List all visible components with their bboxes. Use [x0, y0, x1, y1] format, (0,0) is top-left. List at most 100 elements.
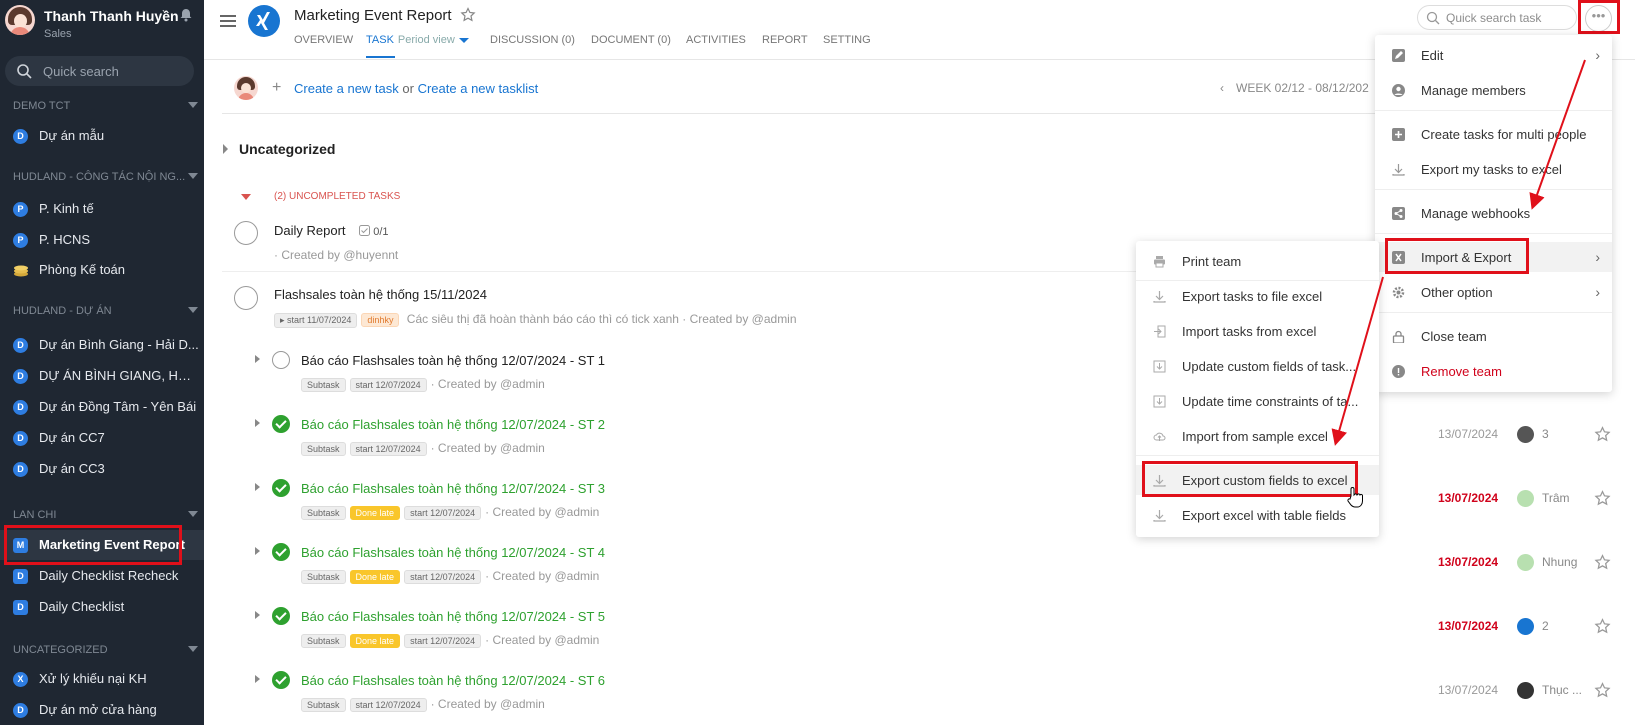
caret-right-icon[interactable]	[255, 355, 260, 363]
user-profile[interactable]: Thanh Thanh Huyền Sales	[0, 0, 204, 46]
sidebar-item[interactable]: D Dự án Đồng Tâm - Yên Bái	[0, 392, 204, 422]
assignee-avatar[interactable]	[1517, 426, 1534, 443]
caret-right-icon[interactable]	[255, 483, 260, 491]
done-late-chip: Done late	[349, 634, 401, 648]
assignee-avatar[interactable]	[1517, 682, 1534, 699]
task-complete-toggle[interactable]	[234, 221, 258, 245]
subtask-title[interactable]: Báo cáo Flashsales toàn hệ thống 12/07/2…	[301, 481, 605, 496]
tab-discussion[interactable]: DISCUSSION (0)	[490, 34, 575, 46]
chevron-down-icon[interactable]	[188, 102, 198, 108]
submenu-item-update-time-constraints[interactable]: Update time constraints of ta...	[1136, 386, 1379, 416]
sidebar-item[interactable]: D Dự án CC7	[0, 423, 204, 453]
user-avatar[interactable]	[5, 5, 35, 35]
caret-down-icon[interactable]	[241, 194, 251, 200]
task-complete-toggle[interactable]	[272, 351, 290, 369]
tab-activities[interactable]: ACTIVITIES	[686, 34, 746, 46]
submenu-item-import-sample[interactable]: Import from sample excel	[1136, 421, 1379, 451]
tab-task[interactable]: TASK Period view	[366, 34, 469, 46]
create-task-link[interactable]: Create a new task	[294, 81, 399, 96]
sidebar-item[interactable]: D Daily Checklist Recheck	[0, 561, 204, 591]
sidebar-item[interactable]: P P. Kinh tế	[0, 194, 204, 224]
menu-item-edit[interactable]: Edit ›	[1375, 40, 1612, 70]
subtask-title[interactable]: Báo cáo Flashsales toàn hệ thống 12/07/2…	[301, 609, 605, 624]
star-icon[interactable]	[1594, 554, 1611, 571]
task-title[interactable]: Flashsales toàn hệ thống 15/11/2024	[274, 287, 487, 302]
tab-report[interactable]: REPORT	[762, 34, 808, 46]
sidebar-item[interactable]: D Dự án CC3	[0, 454, 204, 484]
chevron-down-icon[interactable]	[188, 307, 198, 313]
subtask-title[interactable]: Báo cáo Flashsales toàn hệ thống 12/07/2…	[301, 673, 605, 688]
submenu-item-export-custom-fields[interactable]: Export custom fields to excel	[1136, 465, 1379, 495]
section-uncategorized[interactable]: UNCATEGORIZED	[13, 644, 198, 656]
sidebar-item-marketing-event-report[interactable]: M Marketing Event Report	[0, 530, 204, 560]
star-icon[interactable]	[1594, 618, 1611, 635]
chevron-down-icon[interactable]	[188, 646, 198, 652]
caret-right-icon[interactable]	[255, 611, 260, 619]
caret-right-icon[interactable]	[255, 419, 260, 427]
tab-setting[interactable]: SETTING	[823, 34, 871, 46]
sidebar-item[interactable]: D Dự án Bình Giang - Hải D...	[0, 330, 204, 360]
subtask-title[interactable]: Báo cáo Flashsales toàn hệ thống 12/07/2…	[301, 545, 605, 560]
task-search-input[interactable]: Quick search task	[1417, 5, 1577, 30]
task-done-check-icon[interactable]	[272, 415, 290, 433]
sidebar-item[interactable]: P P. HCNS	[0, 225, 204, 255]
star-icon[interactable]	[1594, 682, 1611, 699]
section-demo-tct[interactable]: DEMO TCT	[13, 100, 198, 112]
menu-icon[interactable]	[220, 15, 236, 28]
chevron-down-icon[interactable]	[188, 511, 198, 517]
section-hudland-du-an[interactable]: HUDLAND - DỰ ÁN	[13, 305, 198, 317]
menu-item-remove-team[interactable]: Remove team	[1375, 356, 1612, 386]
week-selector[interactable]: ‹ WEEK 02/12 - 08/12/202	[1220, 81, 1369, 95]
sidebar-item-label: Marketing Event Report	[39, 537, 185, 552]
create-tasklist-link[interactable]: Create a new tasklist	[418, 81, 539, 96]
section-lan-chi[interactable]: LAN CHI	[13, 509, 198, 521]
chevron-down-icon[interactable]	[458, 37, 469, 43]
task-done-check-icon[interactable]	[272, 607, 290, 625]
chevron-left-icon[interactable]: ‹	[1220, 81, 1224, 95]
more-options-button[interactable]: •••	[1585, 5, 1612, 32]
submenu-item-print-team[interactable]: Print team	[1136, 246, 1379, 276]
sidebar-item[interactable]: D Daily Checklist	[0, 592, 204, 622]
sidebar-item[interactable]: Phòng Kế toán	[0, 255, 204, 285]
task-done-check-icon[interactable]	[272, 479, 290, 497]
group-title: Uncategorized	[239, 141, 336, 157]
avatar	[234, 76, 258, 100]
caret-right-icon[interactable]	[255, 547, 260, 555]
assignee-avatar[interactable]	[1517, 490, 1534, 507]
submenu-item-export-tasks[interactable]: Export tasks to file excel	[1136, 281, 1379, 311]
menu-item-manage-webhooks[interactable]: Manage webhooks	[1375, 198, 1612, 228]
task-title[interactable]: Daily Report 0/1	[274, 223, 389, 238]
assignee-avatar[interactable]	[1517, 554, 1534, 571]
assignee-avatar[interactable]	[1517, 618, 1534, 635]
task-complete-toggle[interactable]	[234, 286, 258, 310]
plus-icon[interactable]: +	[272, 79, 281, 97]
caret-right-icon[interactable]	[255, 675, 260, 683]
menu-item-other-option[interactable]: Other option ›	[1375, 277, 1612, 307]
submenu-item-update-custom-fields[interactable]: Update custom fields of task...	[1136, 351, 1379, 381]
sidebar-search-input[interactable]: Quick search	[5, 56, 194, 86]
star-icon[interactable]	[1594, 490, 1611, 507]
star-icon[interactable]	[1594, 426, 1611, 443]
menu-item-create-multi[interactable]: Create tasks for multi people	[1375, 119, 1612, 149]
subtask-title[interactable]: Báo cáo Flashsales toàn hệ thống 12/07/2…	[301, 353, 605, 368]
sidebar-item[interactable]: D Dự án mẫu	[0, 121, 204, 151]
favorite-star-icon[interactable]	[460, 7, 476, 23]
submenu-item-import-tasks[interactable]: Import tasks from excel	[1136, 316, 1379, 346]
caret-right-icon[interactable]	[223, 144, 228, 154]
section-hudland-noi-bo[interactable]: HUDLAND - CÔNG TÁC NỘI NG...	[13, 171, 198, 183]
menu-item-close-team[interactable]: Close team	[1375, 321, 1612, 351]
task-done-check-icon[interactable]	[272, 543, 290, 561]
bell-icon[interactable]	[179, 8, 193, 22]
task-done-check-icon[interactable]	[272, 671, 290, 689]
menu-item-import-export[interactable]: Import & Export ›	[1375, 242, 1612, 272]
tab-overview[interactable]: OVERVIEW	[294, 34, 353, 46]
menu-item-manage-members[interactable]: Manage members	[1375, 75, 1612, 105]
submenu-item-export-table-fields[interactable]: Export excel with table fields	[1136, 500, 1379, 530]
sidebar-item[interactable]: D DỰ ÁN BÌNH GIANG, HẢI ...	[0, 361, 204, 391]
sidebar-item[interactable]: D Dự án mở cửa hàng	[0, 695, 204, 725]
menu-item-export-my-tasks[interactable]: Export my tasks to excel	[1375, 154, 1612, 184]
tab-document[interactable]: DOCUMENT (0)	[591, 34, 671, 46]
sidebar-item[interactable]: X Xử lý khiếu nại KH	[0, 664, 204, 694]
subtask-title[interactable]: Báo cáo Flashsales toàn hệ thống 12/07/2…	[301, 417, 605, 432]
chevron-down-icon[interactable]	[188, 173, 198, 179]
